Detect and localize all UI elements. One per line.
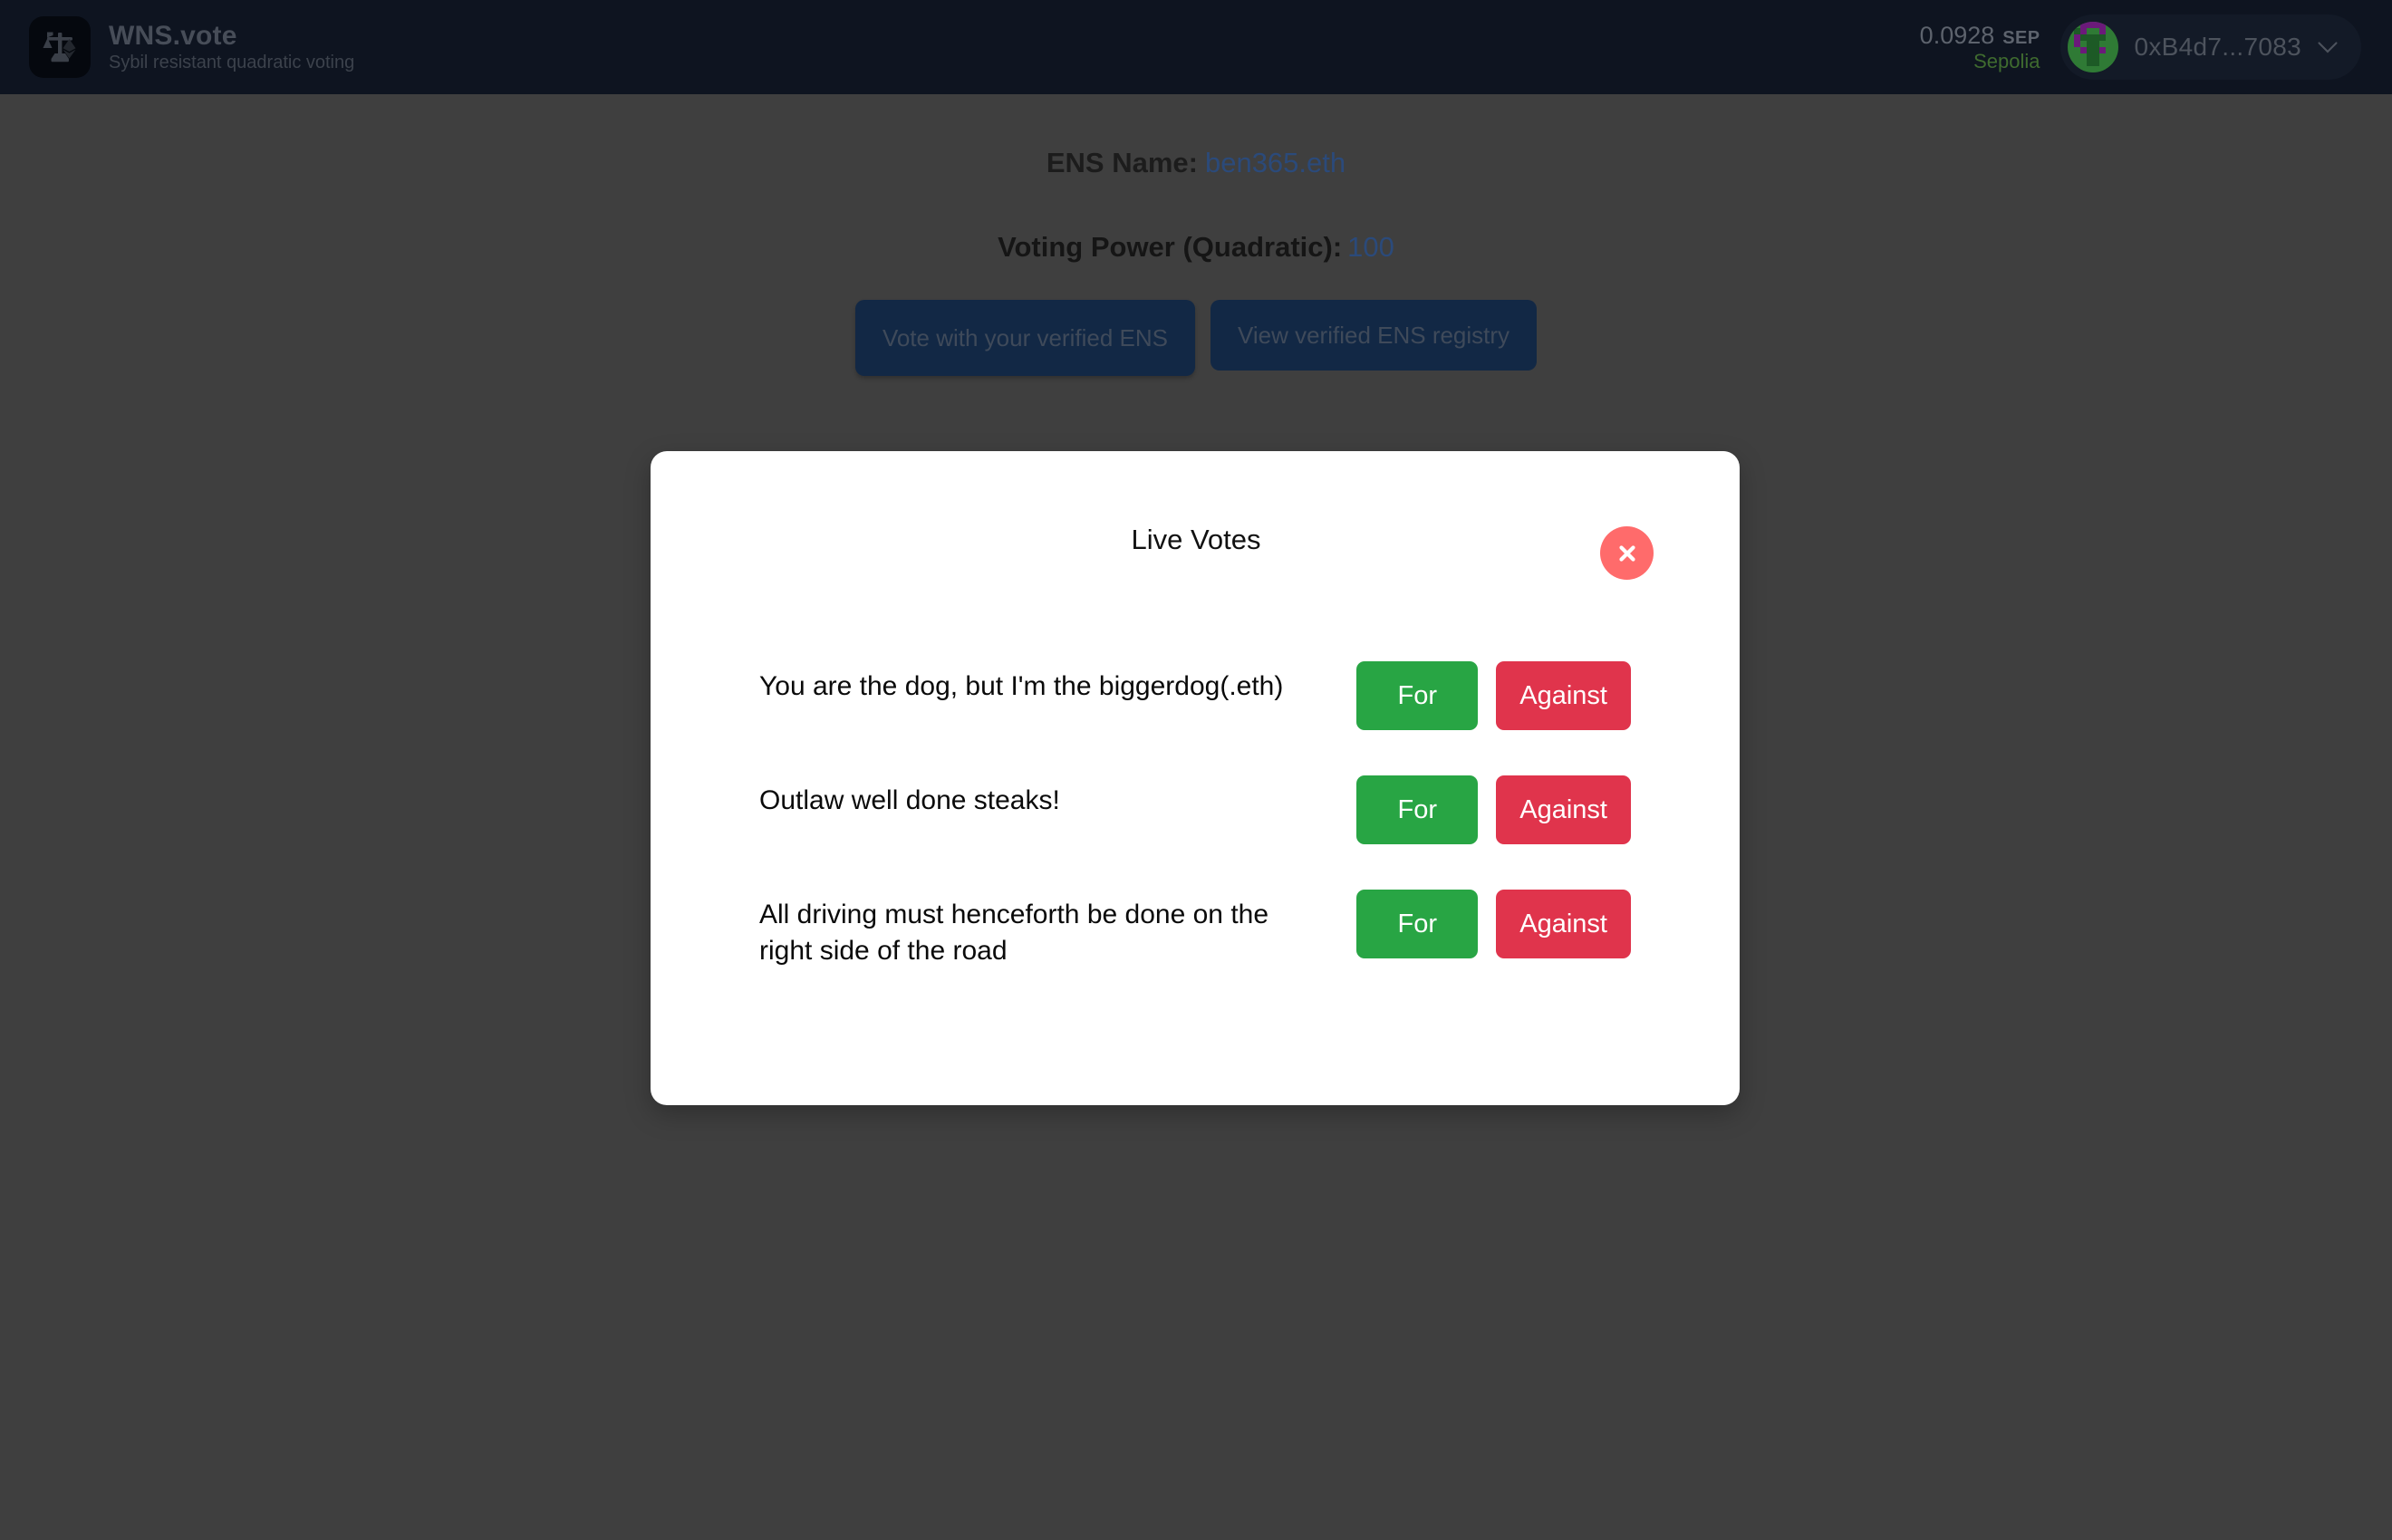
- vote-against-button[interactable]: Against: [1496, 775, 1631, 844]
- proposal-text: Outlaw well done steaks!: [759, 785, 1060, 815]
- vote-buttons: For Against: [1356, 877, 1631, 958]
- voting-power-label: Voting Power (Quadratic):: [998, 231, 1343, 263]
- vote-against-button[interactable]: Against: [1496, 890, 1631, 958]
- main-content: ENS Name: ben365.eth Voting Power (Quadra…: [0, 94, 2392, 376]
- vote-against-button[interactable]: Against: [1496, 661, 1631, 730]
- vote-buttons: For Against: [1356, 649, 1631, 730]
- app-root: WNS.vote Sybil resistant quadratic votin…: [0, 0, 2392, 1540]
- top-navigation-bar: WNS.vote Sybil resistant quadratic votin…: [0, 0, 2392, 94]
- close-icon[interactable]: [1600, 526, 1654, 580]
- wallet-zone: 0.0928 SEP Sepolia 0xB4d7...7083: [1920, 14, 2361, 80]
- balance-amount: 0.0928: [1919, 21, 1995, 49]
- account-address: 0xB4d7...7083: [2134, 33, 2301, 61]
- brand-title: WNS.vote: [109, 20, 237, 51]
- vote-buttons: For Against: [1356, 763, 1631, 844]
- proposal-list: You are the dog, but I'm the biggerdog(.…: [759, 649, 1631, 968]
- list-item: Outlaw well done steaks! For Against: [759, 763, 1631, 844]
- vote-for-button[interactable]: For: [1356, 775, 1479, 844]
- list-item: All driving must henceforth be done on t…: [759, 877, 1631, 968]
- network-name: Sepolia: [1973, 49, 2040, 72]
- blockie-avatar: [2067, 22, 2118, 72]
- vote-with-ens-button[interactable]: Vote with your verified ENS: [854, 300, 1195, 376]
- list-item: You are the dog, but I'm the biggerdog(.…: [759, 649, 1631, 730]
- balance-symbol: SEP: [2002, 27, 2040, 48]
- view-ens-registry-button[interactable]: View verified ENS registry: [1210, 300, 1538, 371]
- ens-name-label: ENS Name:: [1046, 147, 1198, 178]
- proposal-text: You are the dog, but I'm the biggerdog(.…: [759, 671, 1284, 701]
- balance-block: 0.0928 SEP Sepolia: [1920, 22, 2040, 73]
- account-button[interactable]: 0xB4d7...7083: [2059, 14, 2361, 80]
- proposal-text: All driving must henceforth be done on t…: [759, 900, 1269, 966]
- ens-name-value: ben365.eth: [1204, 147, 1346, 178]
- brand-tagline: Sybil resistant quadratic voting: [109, 53, 355, 73]
- brand[interactable]: WNS.vote Sybil resistant quadratic votin…: [29, 16, 354, 78]
- scale-ethereum-icon: [29, 16, 91, 78]
- vote-for-button[interactable]: For: [1356, 890, 1479, 958]
- voting-power-row: Voting Power (Quadratic): 100: [998, 231, 1394, 264]
- ens-name-row: ENS Name: ben365.eth: [1046, 147, 1346, 179]
- vote-for-button[interactable]: For: [1356, 661, 1479, 730]
- action-button-row: Vote with your verified ENS View verifie…: [854, 300, 1538, 376]
- voting-power-value: 100: [1347, 231, 1394, 263]
- chevron-down-icon: [2318, 41, 2338, 53]
